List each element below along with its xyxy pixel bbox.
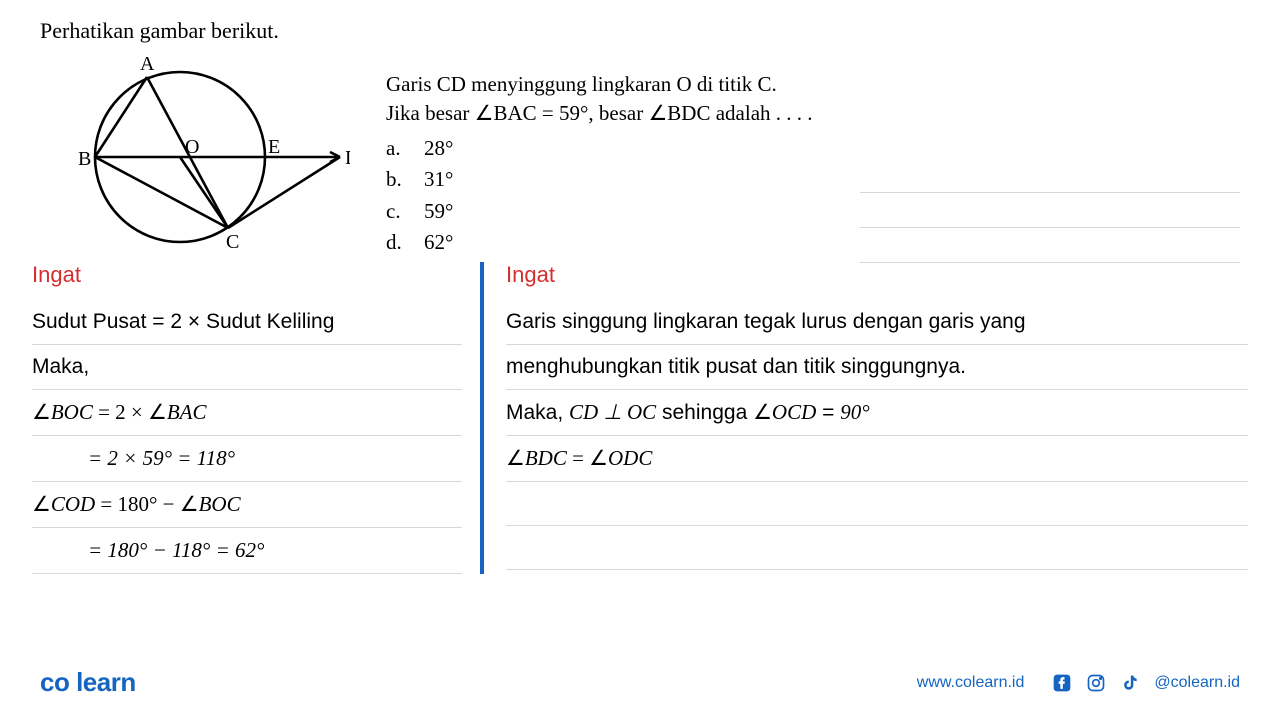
left-l1: Sudut Pusat = 2 × Sudut Keliling	[32, 300, 462, 345]
left-l4-handwritten: = 2 × 59° = 118°	[32, 436, 462, 482]
left-l3: ∠BOC = 2 × ∠BAC	[32, 390, 462, 436]
right-l4: ∠BDC = ∠ODC	[506, 436, 1248, 482]
label-B: B	[78, 148, 91, 170]
option-b: b.31°	[386, 164, 813, 195]
tiktok-icon	[1120, 673, 1140, 693]
right-l2: menghubungkan titik pusat dan titik sing…	[506, 345, 1248, 390]
instruction: Perhatikan gambar berikut.	[0, 0, 1280, 52]
question-text: Garis CD menyinggung lingkaran O di titi…	[386, 52, 813, 258]
right-l1: Garis singgung lingkaran tegak lurus den…	[506, 300, 1248, 345]
left-l2: Maka,	[32, 345, 462, 390]
q-line2: Jika besar ∠BAC = 59°, besar ∠BDC adalah…	[386, 99, 813, 128]
options: a.28° b.31° c.59° d.62°	[386, 133, 813, 259]
left-l6-handwritten: = 180° − 118° = 62°	[32, 528, 462, 574]
solution-left: Ingat Sudut Pusat = 2 × Sudut Keliling M…	[32, 262, 480, 574]
hint-heading-right: Ingat	[506, 262, 1248, 288]
social-handle: @colearn.id	[1154, 674, 1240, 692]
q-line1: Garis CD menyinggung lingkaran O di titi…	[386, 70, 813, 99]
right-l6-blank	[506, 526, 1248, 570]
footer: co learn www.colearn.id @colearn.id	[40, 667, 1240, 698]
solution-area: Ingat Sudut Pusat = 2 × Sudut Keliling M…	[0, 262, 1280, 574]
blank-answer-lines	[860, 158, 1240, 263]
label-O: O	[185, 136, 199, 158]
label-E: E	[268, 136, 280, 158]
label-A: A	[140, 53, 155, 75]
option-d: d.62°	[386, 227, 813, 258]
solution-right: Ingat Garis singgung lingkaran tegak lur…	[480, 262, 1248, 574]
right-l5-blank	[506, 482, 1248, 526]
brand-logo: co learn	[40, 667, 136, 698]
website-url: www.colearn.id	[917, 674, 1025, 692]
label-C: C	[226, 231, 239, 252]
social-bar: www.colearn.id @colearn.id	[917, 673, 1240, 693]
hint-heading-left: Ingat	[32, 262, 462, 288]
facebook-icon	[1052, 673, 1072, 693]
circle-diagram: A B C D E O	[40, 52, 350, 252]
label-D: D	[345, 147, 350, 169]
instagram-icon	[1086, 673, 1106, 693]
right-l3: Maka, CD ⊥ OC sehingga ∠OCD = 90°	[506, 390, 1248, 436]
left-l5: ∠COD = 180° − ∠BOC	[32, 482, 462, 528]
option-c: c.59°	[386, 196, 813, 227]
option-a: a.28°	[386, 133, 813, 164]
